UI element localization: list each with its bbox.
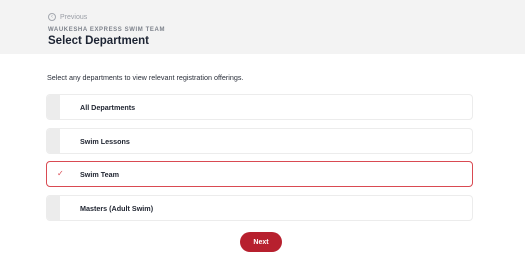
department-option-swim-lessons[interactable]: ✓ Swim Lessons [46,128,473,154]
previous-link[interactable]: ‹ Previous [48,13,87,21]
option-indicator-stripe [47,129,60,153]
previous-label: Previous [60,13,88,21]
department-option-label: Swim Team [80,170,120,179]
department-option-label: Masters (Adult Swim) [80,204,154,213]
department-option-label: Swim Lessons [80,137,130,146]
organization-name: WAUKESHA EXPRESS SWIM TEAM [48,27,166,33]
department-option-masters[interactable]: ✓ Masters (Adult Swim) [46,195,473,221]
option-indicator-stripe [47,95,60,119]
page-title: Select Department [48,35,149,47]
department-option-all-departments[interactable]: ✓ All Departments [46,94,473,120]
department-option-swim-team[interactable]: ✓ Swim Team [46,161,473,187]
option-indicator-stripe [47,196,60,220]
department-selection-panel: Select any departments to view relevant … [0,54,525,254]
back-circle-icon: ‹ [48,13,56,21]
checkmark-icon: ✓ [57,169,64,178]
next-button[interactable]: Next [240,232,282,252]
department-option-label: All Departments [80,103,136,112]
page-header: ‹ Previous WAUKESHA EXPRESS SWIM TEAM Se… [0,0,525,54]
instruction-text: Select any departments to view relevant … [47,73,244,82]
